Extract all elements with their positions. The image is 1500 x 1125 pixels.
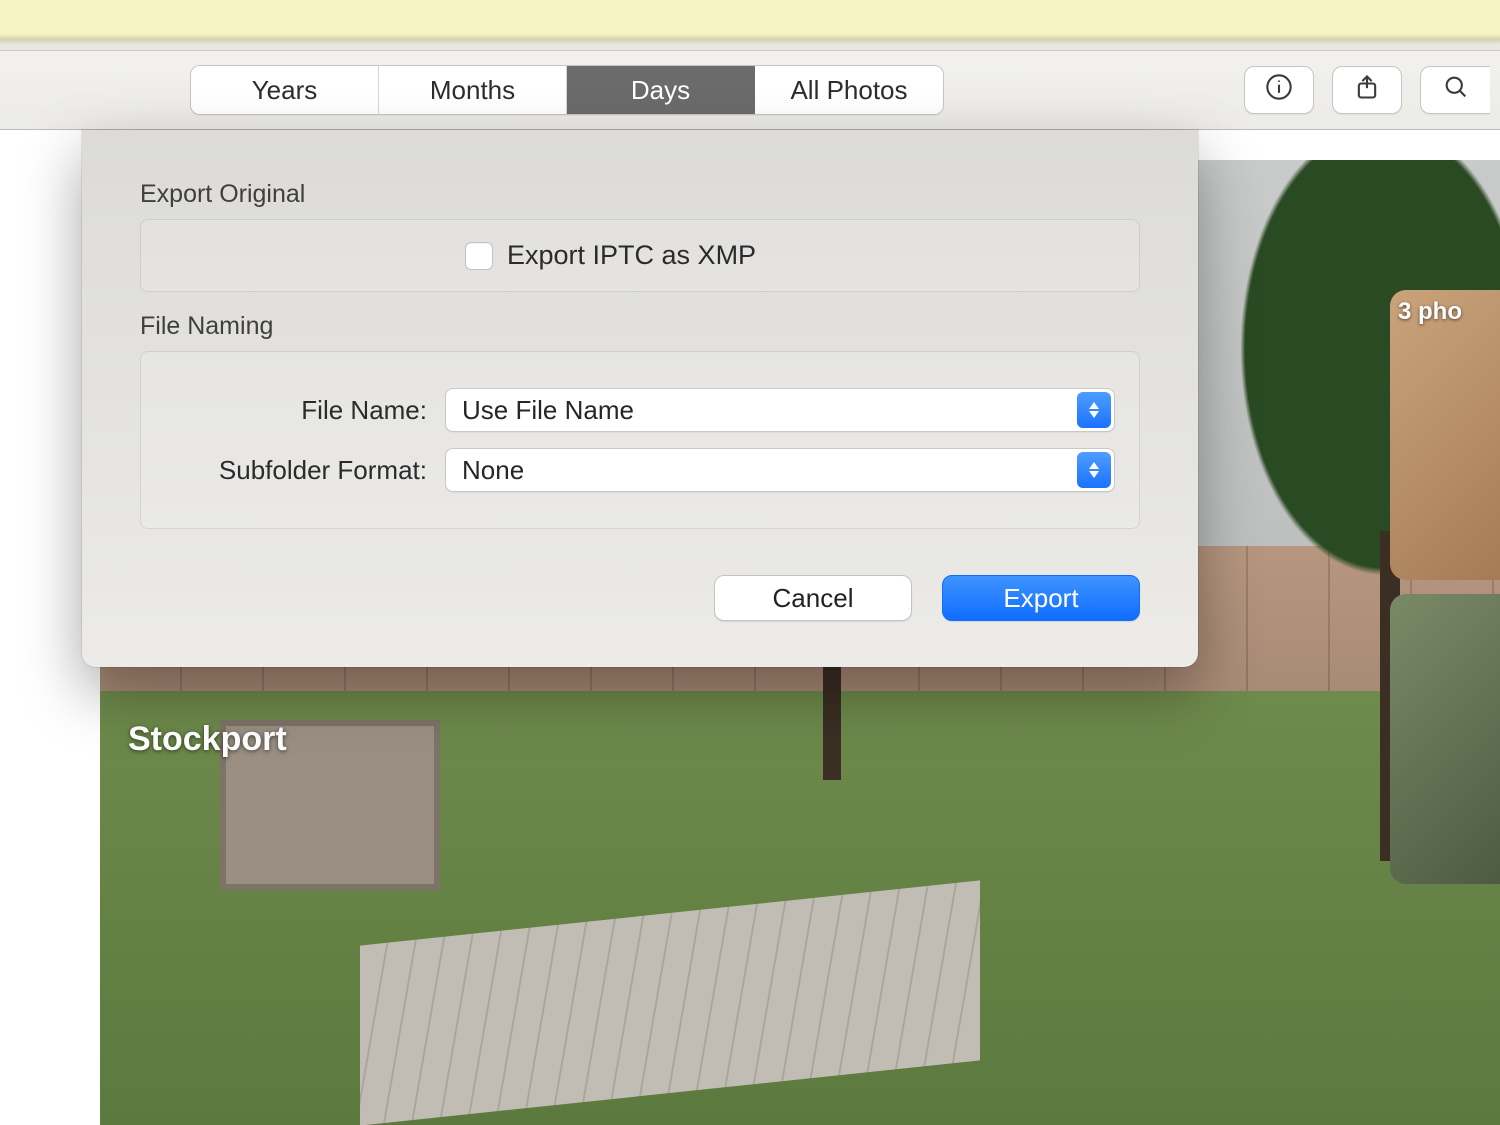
export-iptc-xmp-checkbox[interactable]	[465, 242, 493, 270]
popup-stepper-icon	[1077, 452, 1111, 488]
cancel-button[interactable]: Cancel	[714, 575, 912, 621]
file-name-label: File Name:	[165, 395, 445, 426]
photo-count-badge: 3 pho	[1398, 298, 1462, 326]
segment-years[interactable]: Years	[191, 66, 379, 114]
file-name-value: Use File Name	[462, 395, 634, 426]
view-segmented-control: Years Months Days All Photos	[190, 65, 944, 115]
share-button[interactable]	[1332, 66, 1402, 114]
info-button[interactable]	[1244, 66, 1314, 114]
export-button[interactable]: Export	[942, 575, 1140, 621]
subfolder-format-label: Subfolder Format:	[165, 455, 445, 486]
export-dialog: Export Original Export IPTC as XMP File …	[82, 130, 1198, 667]
share-icon	[1353, 73, 1381, 108]
segment-days[interactable]: Days	[567, 66, 755, 114]
side-thumbnail[interactable]	[1390, 594, 1500, 884]
file-naming-group: File Name: Use File Name Subfolder Forma…	[140, 351, 1140, 529]
dialog-button-row: Cancel Export	[140, 575, 1140, 621]
side-thumbnail-strip: 3 pho	[1390, 290, 1500, 898]
export-original-group: Export IPTC as XMP	[140, 219, 1140, 292]
segment-months[interactable]: Months	[379, 66, 567, 114]
search-button[interactable]	[1420, 66, 1490, 114]
info-icon	[1265, 73, 1293, 108]
section-title-file-naming: File Naming	[140, 312, 1140, 341]
search-icon	[1442, 73, 1470, 108]
file-name-popup[interactable]: Use File Name	[445, 388, 1115, 432]
section-title-export-original: Export Original	[140, 180, 1140, 209]
subfolder-format-value: None	[462, 455, 524, 486]
toolbar-right-group	[1244, 66, 1500, 114]
subfolder-format-popup[interactable]: None	[445, 448, 1115, 492]
export-iptc-xmp-label: Export IPTC as XMP	[507, 240, 756, 271]
photo-location-label: Stockport	[128, 720, 287, 759]
popup-stepper-icon	[1077, 392, 1111, 428]
segment-all-photos[interactable]: All Photos	[755, 66, 943, 114]
side-thumbnail[interactable]: 3 pho	[1390, 290, 1500, 580]
